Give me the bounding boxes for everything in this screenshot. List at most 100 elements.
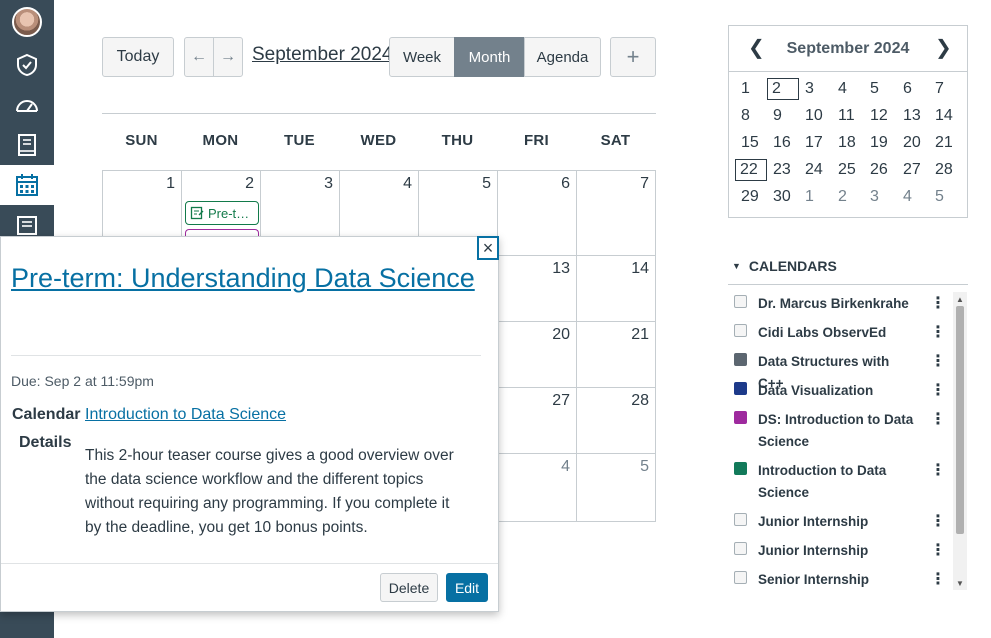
mini-calendar-day[interactable]: 1 [735,78,767,100]
event-details-text: This 2-hour teaser course gives a good o… [85,447,454,536]
kebab-menu-icon[interactable]: ⋮ [930,382,946,400]
mini-calendar-day[interactable]: 5 [929,186,961,208]
gauge-icon [16,100,38,112]
calendar-color-checkbox[interactable] [734,462,747,475]
mini-calendar-day[interactable]: 10 [799,105,831,127]
edit-button[interactable]: Edit [446,573,488,602]
mini-calendar-day[interactable]: 2 [832,186,864,208]
popover-footer-divider [1,563,498,564]
mini-calendar-day[interactable]: 4 [897,186,929,208]
day-cell[interactable]: 27 [498,388,577,454]
day-number: 4 [403,175,412,192]
day-cell[interactable]: 4 [498,454,577,522]
mini-calendar-day[interactable]: 1 [799,186,831,208]
calendar-color-checkbox[interactable] [734,295,747,308]
mini-calendar-day[interactable]: 18 [832,132,864,154]
mini-calendar-day[interactable]: 17 [799,132,831,154]
day-cell[interactable]: 21 [577,322,656,388]
day-cell[interactable]: 7 [577,171,656,256]
mini-calendar-day[interactable]: 14 [929,105,961,127]
mini-calendar-day[interactable]: 19 [864,132,896,154]
delete-button[interactable]: Delete [380,573,438,602]
account-nav-item[interactable] [0,2,54,42]
mini-calendar-day[interactable]: 16 [767,132,799,154]
mini-calendar-day[interactable]: 23 [767,159,799,181]
add-event-button[interactable]: + [610,37,656,77]
caret-down-icon: ▼ [732,261,741,271]
calendar-color-checkbox[interactable] [734,382,747,395]
mini-calendar-day[interactable]: 26 [864,159,896,181]
mini-calendar-day[interactable]: 2 [767,78,799,100]
event-title-link[interactable]: Pre-term: Understanding Data Science [11,256,481,300]
day-cell[interactable]: 6 [498,171,577,256]
day-number: 4 [561,458,570,475]
month-title[interactable]: September 2024 [252,44,393,66]
day-number: 5 [482,175,491,192]
mini-calendar-day[interactable]: 24 [799,159,831,181]
calendars-header[interactable]: ▼ CALENDARS [732,258,837,274]
kebab-menu-icon[interactable]: ⋮ [930,571,946,589]
day-cell[interactable]: 14 [577,256,656,322]
scrollbar-thumb[interactable] [956,306,964,534]
day-cell[interactable]: 13 [498,256,577,322]
mini-calendar-header: ❮ September 2024 ❯ [729,26,967,72]
kebab-menu-icon[interactable]: ⋮ [930,324,946,342]
event-chip[interactable]: Pre-t… [185,201,259,225]
day-number: 6 [561,175,570,192]
day-cell[interactable]: 5 [577,454,656,522]
admin-nav-item[interactable] [0,45,54,85]
mini-calendar-day[interactable]: 29 [735,186,767,208]
calendar-color-checkbox[interactable] [734,571,747,584]
mini-calendar-day[interactable]: 20 [897,132,929,154]
mini-calendar-day[interactable]: 22 [735,159,767,181]
kebab-menu-icon[interactable]: ⋮ [930,411,946,429]
kebab-menu-icon[interactable]: ⋮ [930,542,946,560]
calendar-color-checkbox[interactable] [734,411,747,424]
day-cell[interactable]: 28 [577,388,656,454]
day-number: 1 [166,175,175,192]
calendar-icon [16,174,38,196]
calendar-color-checkbox[interactable] [734,542,747,555]
dow-header: SAT [600,132,631,149]
mini-calendar-day[interactable]: 27 [897,159,929,181]
scroll-up-icon[interactable]: ▲ [953,293,967,305]
kebab-menu-icon[interactable]: ⋮ [930,513,946,531]
calendar-color-checkbox[interactable] [734,324,747,337]
mini-calendar-day[interactable]: 11 [832,105,864,127]
chevron-right-icon[interactable]: ❯ [935,35,952,60]
scroll-down-icon[interactable]: ▼ [953,577,967,589]
mini-calendar-day[interactable]: 3 [799,78,831,100]
calendar-link[interactable]: Introduction to Data Science [85,406,286,424]
mini-calendar-day[interactable]: 9 [767,105,799,127]
week-view-tab[interactable]: Week [389,37,455,77]
mini-calendar-day[interactable]: 7 [929,78,961,100]
kebab-menu-icon[interactable]: ⋮ [930,353,946,371]
mini-calendar-day[interactable]: 12 [864,105,896,127]
mini-calendar-day[interactable]: 5 [864,78,896,100]
mini-calendar-day[interactable]: 3 [864,186,896,208]
courses-nav-item[interactable] [0,125,54,165]
calendar-color-checkbox[interactable] [734,513,747,526]
day-cell[interactable]: 20 [498,322,577,388]
mini-calendar-day[interactable]: 4 [832,78,864,100]
calendar-color-checkbox[interactable] [734,353,747,366]
calendar-nav-item[interactable] [0,165,54,205]
calendar-list-label: Junior Internship [758,514,869,529]
mini-calendar-day[interactable]: 25 [832,159,864,181]
mini-calendar-day[interactable]: 30 [767,186,799,208]
today-button[interactable]: Today [102,37,174,77]
next-month-button[interactable]: → [213,37,243,77]
kebab-menu-icon[interactable]: ⋮ [930,295,946,313]
mini-calendar-day[interactable]: 15 [735,132,767,154]
mini-calendar-day[interactable]: 13 [897,105,929,127]
prev-month-button[interactable]: ← [184,37,214,77]
mini-calendar-day[interactable]: 28 [929,159,961,181]
mini-calendar-day[interactable]: 21 [929,132,961,154]
assignment-icon [190,206,204,220]
mini-calendar-day[interactable]: 8 [735,105,767,127]
mini-calendar-day[interactable]: 6 [897,78,929,100]
dashboard-nav-item[interactable] [0,85,54,125]
kebab-menu-icon[interactable]: ⋮ [930,462,946,480]
month-view-tab[interactable]: Month [454,37,525,77]
agenda-view-tab[interactable]: Agenda [524,37,601,77]
